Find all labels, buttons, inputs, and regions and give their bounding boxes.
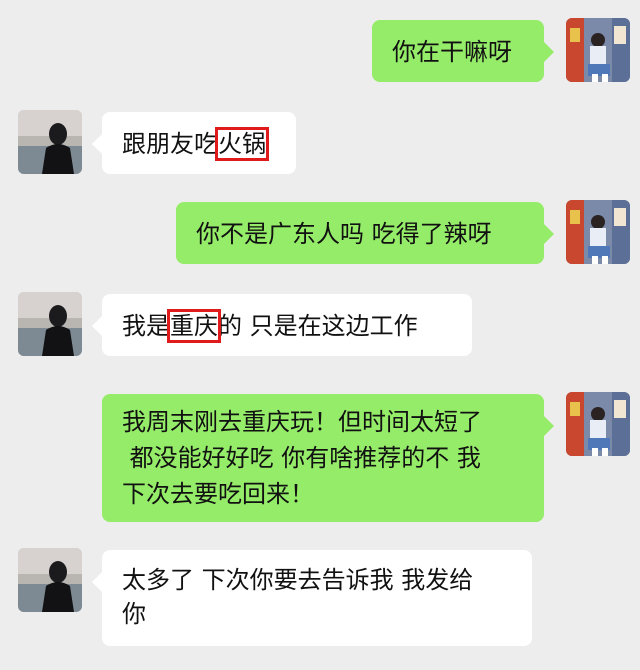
message-bubble-outgoing[interactable]: 你在干嘛呀: [372, 20, 554, 82]
friend-avatar[interactable]: [18, 110, 82, 174]
my-avatar[interactable]: [566, 392, 630, 456]
message-text: 我是: [122, 312, 170, 340]
avatar-image: [566, 200, 630, 264]
friend-avatar[interactable]: [18, 548, 82, 612]
message-bubble-incoming[interactable]: 太多了 下次你要去告诉我 我发给 你: [92, 550, 532, 646]
message-bubble-outgoing[interactable]: 我周末刚去重庆玩！但时间太短了 都没能好好吃 你有啥推荐的不 我 下次去要吃回来…: [102, 394, 554, 522]
my-avatar[interactable]: [566, 18, 630, 82]
message-line: 太多了 下次你要去告诉我 我发给: [122, 566, 474, 594]
message-bubble-incoming[interactable]: 跟朋友吃火锅: [92, 112, 296, 174]
message-text: 的 只是在这边工作: [218, 312, 418, 340]
message-text: 你不是广东人吗 吃得了辣呀: [196, 220, 492, 248]
message-line: 都没能好好吃 你有啥推荐的不 我: [122, 444, 481, 472]
avatar-image: [566, 18, 630, 82]
avatar-image: [18, 110, 82, 174]
avatar-image: [18, 292, 82, 356]
avatar-image: [18, 548, 82, 612]
highlighted-word: 重庆: [167, 309, 221, 343]
message-text: 你在干嘛呀: [392, 38, 512, 66]
message-bubble-outgoing[interactable]: 你不是广东人吗 吃得了辣呀: [176, 202, 554, 264]
friend-avatar[interactable]: [18, 292, 82, 356]
avatar-image: [566, 392, 630, 456]
message-line: 我周末刚去重庆玩！但时间太短了: [122, 408, 482, 436]
message-line: 下次去要吃回来！: [122, 480, 314, 508]
message-bubble-incoming[interactable]: 我是重庆的 只是在这边工作: [92, 294, 472, 356]
message-line: 你: [122, 600, 146, 628]
highlighted-word: 火锅: [215, 127, 269, 161]
message-text: 跟朋友吃: [122, 130, 218, 158]
my-avatar[interactable]: [566, 200, 630, 264]
